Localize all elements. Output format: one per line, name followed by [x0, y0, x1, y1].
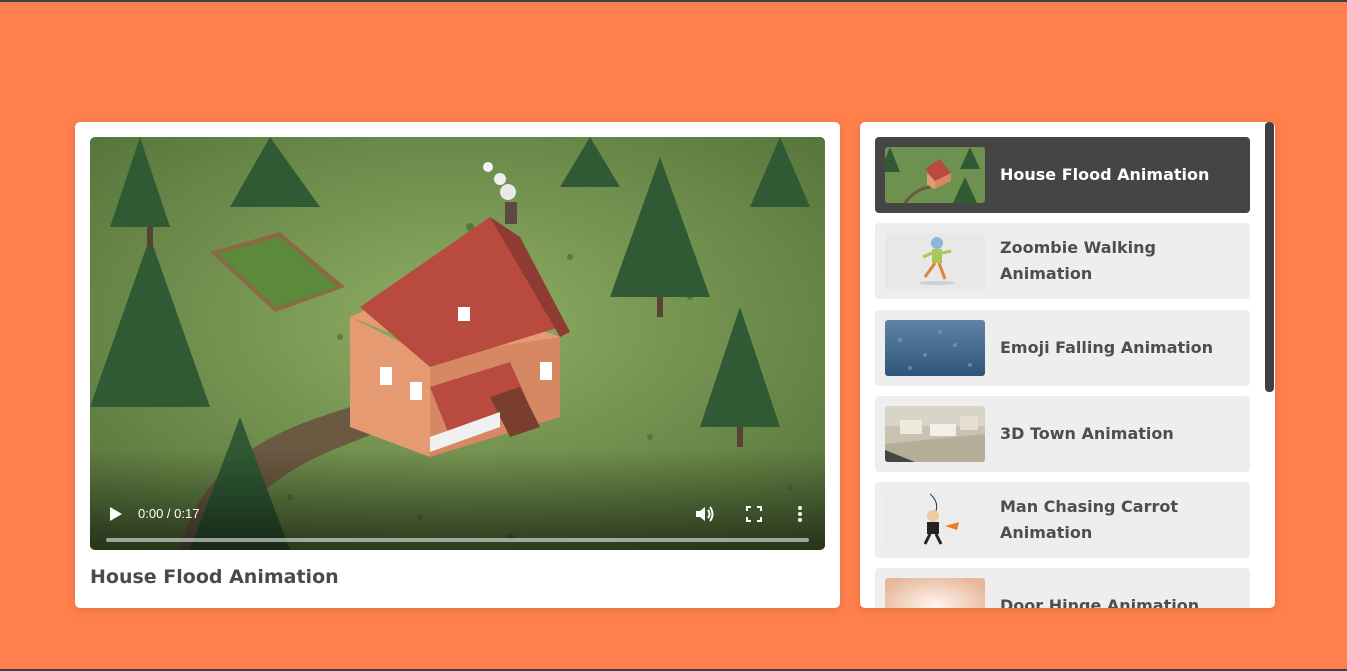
zombie-thumbnail: [885, 233, 985, 289]
playlist-item-label: House Flood Animation: [1000, 165, 1210, 184]
main-video-title: House Flood Animation: [90, 566, 339, 588]
town-thumbnail: [885, 406, 985, 462]
playlist-item-man-chasing-carrot[interactable]: Man Chasing Carrot Animation: [875, 482, 1250, 558]
door-thumbnail: [885, 578, 985, 608]
top-border: [0, 0, 1347, 2]
water-thumbnail: [885, 320, 985, 376]
playlist-item-label: Door Hinge Animation: [1000, 596, 1200, 608]
playlist-scrollbar[interactable]: [1265, 122, 1274, 392]
playlist-item-label: Zoombie Walking Animation: [1000, 238, 1156, 283]
video-time-display: 0:00 / 0:17: [138, 506, 200, 521]
more-options-icon[interactable]: [795, 505, 805, 523]
man-carrot-thumbnail: [885, 492, 985, 548]
video-player[interactable]: 0:00 / 0:17: [90, 137, 825, 550]
playlist-item-label: Man Chasing Carrot Animation: [1000, 497, 1178, 542]
playlist-item-emoji-falling[interactable]: Emoji Falling Animation: [875, 310, 1250, 386]
house-thumbnail: [885, 147, 985, 203]
video-progress-bar[interactable]: [106, 538, 809, 542]
fullscreen-icon[interactable]: [746, 506, 762, 522]
playlist-item-door-hinge[interactable]: Door Hinge Animation: [875, 568, 1250, 608]
play-icon[interactable]: [108, 505, 124, 523]
playlist-item-zombie-walking[interactable]: Zoombie Walking Animation: [875, 223, 1250, 299]
main-video-card: 0:00 / 0:17 House Flood Animation: [75, 122, 840, 608]
playlist-item-3d-town[interactable]: 3D Town Animation: [875, 396, 1250, 472]
video-controls: 0:00 / 0:17: [90, 450, 825, 550]
playlist-item-label: Emoji Falling Animation: [1000, 338, 1214, 357]
playlist-item-house-flood[interactable]: House Flood Animation: [875, 137, 1250, 213]
video-playlist: House Flood Animation Zoombie Walking An…: [860, 122, 1275, 608]
volume-icon[interactable]: [694, 504, 716, 524]
playlist-item-label: 3D Town Animation: [1000, 424, 1174, 443]
